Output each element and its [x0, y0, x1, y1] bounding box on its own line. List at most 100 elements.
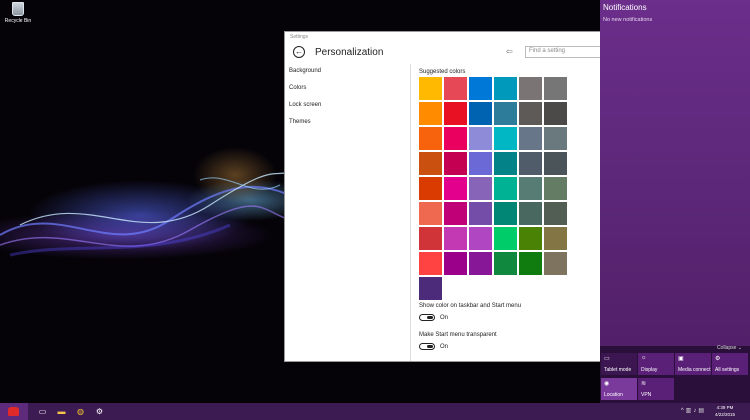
color-swatch[interactable]	[444, 202, 467, 225]
color-swatch[interactable]	[519, 177, 542, 200]
color-swatch[interactable]	[494, 177, 517, 200]
start-transparent-toggle[interactable]	[419, 343, 435, 350]
start-transparent-label: Make Start menu transparent	[419, 332, 497, 338]
settings-window: Settings ← Personalization ⇦ Find a sett…	[284, 31, 641, 362]
color-swatch[interactable]	[519, 102, 542, 125]
color-swatch[interactable]	[519, 227, 542, 250]
pin-icon[interactable]: ⇦	[506, 47, 513, 56]
color-swatch[interactable]	[544, 127, 567, 150]
color-swatch[interactable]	[444, 77, 467, 100]
color-swatch[interactable]	[519, 127, 542, 150]
color-swatch[interactable]	[444, 177, 467, 200]
selected-color-swatch[interactable]	[419, 277, 442, 300]
color-swatch[interactable]	[519, 152, 542, 175]
color-swatch[interactable]	[469, 77, 492, 100]
quick-action-label: VPN	[641, 392, 652, 398]
color-swatch[interactable]	[444, 102, 467, 125]
color-swatch[interactable]	[419, 102, 442, 125]
quick-action-vpn[interactable]: ≋ VPN	[638, 378, 674, 400]
quick-action-all-settings[interactable]: ⚙ All settings	[712, 353, 748, 375]
nav-item-lock-screen[interactable]: Lock screen	[289, 102, 321, 108]
action-center-icon[interactable]: ▤	[698, 408, 706, 414]
start-logo-icon	[8, 407, 19, 416]
color-swatch[interactable]	[544, 227, 567, 250]
search-placeholder: Find a setting	[529, 48, 566, 54]
toggle-knob	[427, 345, 433, 348]
color-swatch[interactable]	[494, 77, 517, 100]
toggle-knob	[427, 316, 433, 319]
settings-app-icon[interactable]: ⚙	[94, 406, 105, 417]
color-swatch[interactable]	[444, 227, 467, 250]
color-swatch[interactable]	[469, 152, 492, 175]
color-swatch[interactable]	[469, 202, 492, 225]
nav-item-background[interactable]: Background	[289, 68, 321, 74]
location-icon: ◉	[604, 381, 610, 387]
quick-action-media-connect[interactable]: ▣ Media connect	[675, 353, 711, 375]
taskbar-color-state: On	[440, 315, 449, 321]
color-swatch[interactable]	[419, 177, 442, 200]
color-swatch[interactable]	[444, 127, 467, 150]
color-swatch[interactable]	[494, 102, 517, 125]
color-swatch[interactable]	[419, 77, 442, 100]
color-swatch[interactable]	[494, 202, 517, 225]
color-swatch-grid	[419, 77, 579, 302]
chevron-down-icon: ⌄	[737, 345, 742, 351]
start-button[interactable]	[0, 403, 28, 420]
quick-action-label: Location	[604, 392, 623, 398]
color-swatch[interactable]	[544, 252, 567, 275]
wallpaper-wisps	[0, 169, 300, 257]
nav-item-themes[interactable]: Themes	[289, 119, 311, 125]
color-swatch[interactable]	[544, 177, 567, 200]
color-swatch[interactable]	[494, 227, 517, 250]
recycle-bin-label: Recycle Bin	[4, 18, 32, 24]
color-swatch[interactable]	[544, 77, 567, 100]
color-swatch[interactable]	[419, 152, 442, 175]
tablet-icon: ▭	[604, 356, 610, 362]
quick-action-location[interactable]: ◉ Location	[601, 378, 637, 400]
suggested-colors-label: Suggested colors	[419, 69, 466, 75]
clock-time: 4:39 PM	[716, 405, 734, 410]
settings-nav: Background Colors Lock screen Themes	[285, 64, 410, 361]
nav-item-colors[interactable]: Colors	[289, 85, 306, 91]
color-swatch[interactable]	[494, 152, 517, 175]
color-swatch[interactable]	[419, 252, 442, 275]
quick-action-display[interactable]: ☼ Display	[638, 353, 674, 375]
task-view-icon[interactable]: ▭	[37, 406, 48, 417]
color-swatch[interactable]	[494, 252, 517, 275]
quick-action-tablet-mode[interactable]: ▭ Tablet mode	[601, 353, 637, 375]
quick-action-label: Display	[641, 367, 658, 373]
color-swatch[interactable]	[444, 252, 467, 275]
color-swatch[interactable]	[544, 202, 567, 225]
chrome-icon[interactable]: ◍	[75, 406, 86, 417]
taskbar-color-toggle[interactable]	[419, 314, 435, 321]
taskbar-clock[interactable]: 4:39 PM 4/22/2015	[710, 404, 740, 418]
color-swatch[interactable]	[444, 152, 467, 175]
color-swatch[interactable]	[469, 127, 492, 150]
window-title: Settings	[290, 34, 309, 40]
color-swatch[interactable]	[469, 252, 492, 275]
color-swatch[interactable]	[544, 152, 567, 175]
color-swatch[interactable]	[519, 77, 542, 100]
color-swatch[interactable]	[519, 252, 542, 275]
color-swatch[interactable]	[419, 227, 442, 250]
quick-action-label: Tablet mode	[604, 367, 632, 373]
color-swatch[interactable]	[469, 227, 492, 250]
taskbar-color-label: Show color on taskbar and Start menu	[419, 303, 522, 309]
color-swatch[interactable]	[469, 102, 492, 125]
color-swatch[interactable]	[469, 177, 492, 200]
color-swatch[interactable]	[419, 127, 442, 150]
collapse-button[interactable]: Collapse ⌄	[717, 345, 742, 351]
file-explorer-icon[interactable]: ▬	[56, 406, 67, 417]
recycle-bin-icon	[12, 2, 24, 16]
page-title: Personalization	[315, 47, 384, 58]
header-bar: ← Personalization ⇦ Find a setting ⌕	[285, 41, 641, 64]
notifications-title: Notifications	[603, 3, 647, 12]
recycle-bin[interactable]: Recycle Bin	[3, 2, 33, 24]
no-notifications-text: No new notifications	[603, 17, 653, 23]
color-swatch[interactable]	[519, 202, 542, 225]
color-swatch[interactable]	[494, 127, 517, 150]
system-tray[interactable]: ^▥♪▤	[681, 407, 706, 414]
color-swatch[interactable]	[419, 202, 442, 225]
color-swatch[interactable]	[544, 102, 567, 125]
back-button[interactable]: ←	[293, 46, 305, 58]
